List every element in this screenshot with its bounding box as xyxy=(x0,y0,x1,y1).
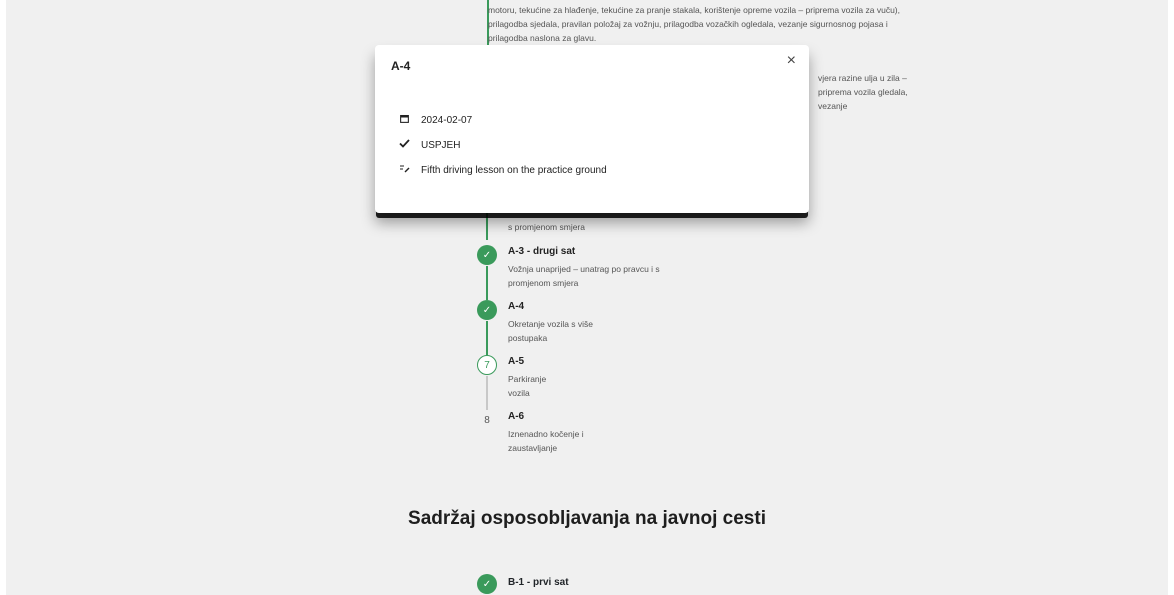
step-title[interactable]: A-6 xyxy=(508,411,524,422)
modal-note-row: Fifth driving lesson on the practice gro… xyxy=(397,164,607,176)
modal-title: A-4 xyxy=(391,59,411,73)
step-title[interactable]: A-4 xyxy=(508,301,524,312)
lesson-date: 2024-02-07 xyxy=(421,114,473,126)
lesson-note: Fifth driving lesson on the practice gro… xyxy=(421,164,607,176)
step-number: 7 xyxy=(477,355,497,375)
step-description: motoru, tekućine za hlađenje, tekućine z… xyxy=(488,5,900,43)
timeline-step-a3-drugi[interactable]: ✓ A-3 - drugi sat Vožnja unaprijed – una… xyxy=(474,245,774,300)
timeline-step-a6[interactable]: 8 A-6 Iznenadno kočenje i zaustavljanje xyxy=(474,410,774,465)
check-icon: ✓ xyxy=(477,300,497,320)
close-icon[interactable]: × xyxy=(787,52,796,70)
note-edit-icon xyxy=(397,164,411,176)
timeline: ✓ A-3 - drugi sat Vožnja unaprijed – una… xyxy=(474,245,774,465)
section-heading: Sadržaj osposobljavanja na javnoj cesti xyxy=(408,508,766,529)
timeline-step-a5[interactable]: 7 A-5 Parkiranje vozila xyxy=(474,355,774,410)
calendar-icon xyxy=(397,114,411,126)
lesson-detail-modal: A-4 × 2024-02-07 USPJEH Fifth driving le… xyxy=(375,45,809,213)
step-description: Vožnja unaprijed – unatrag po pravcu i s… xyxy=(508,264,660,288)
modal-date-row: 2024-02-07 xyxy=(397,114,472,126)
step-description: s promjenom smjera xyxy=(508,222,585,232)
check-icon xyxy=(397,139,411,151)
timeline-line xyxy=(486,266,488,300)
step-description-partial: vjera razine ulja u zila – priprema vozi… xyxy=(818,73,908,111)
step-description: Parkiranje vozila xyxy=(508,374,547,398)
step-title[interactable]: B-1 - prvi sat xyxy=(508,577,569,588)
step-description: Iznenadno kočenje i zaustavljanje xyxy=(508,429,584,453)
timeline-step-a4[interactable]: ✓ A-4 Okretanje vozila s više postupaka xyxy=(474,300,774,355)
check-icon: ✓ xyxy=(477,245,497,265)
timeline-line xyxy=(486,376,488,410)
timeline-line xyxy=(486,212,488,240)
step-title[interactable]: A-3 - drugi sat xyxy=(508,246,575,257)
check-icon: ✓ xyxy=(477,574,497,594)
modal-result-row: USPJEH xyxy=(397,139,460,151)
step-description: Okretanje vozila s više postupaka xyxy=(508,319,594,343)
timeline-line xyxy=(486,321,488,355)
step-number: 8 xyxy=(477,410,497,430)
lesson-result: USPJEH xyxy=(421,139,461,151)
step-title[interactable]: A-5 xyxy=(508,356,524,367)
